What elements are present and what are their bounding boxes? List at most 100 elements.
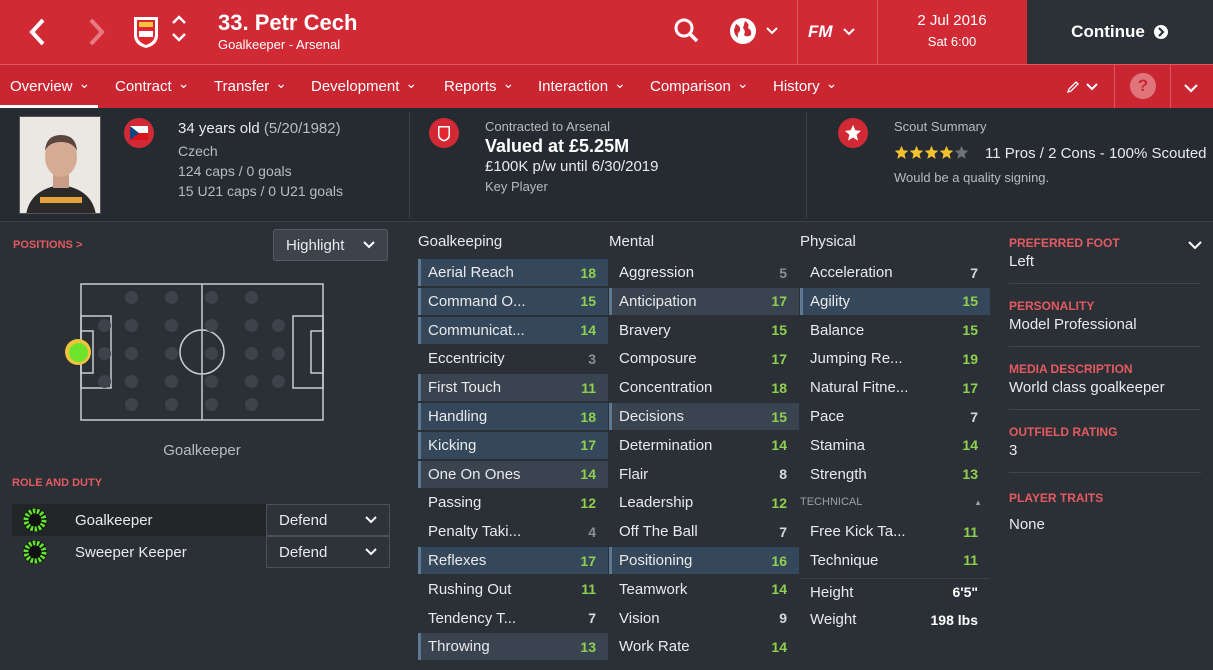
attribute-row[interactable]: Flair 8 [609, 461, 799, 488]
continue-button[interactable]: Continue [1027, 0, 1213, 64]
world-menu-button[interactable] [728, 14, 784, 48]
attribute-value: 14 [580, 466, 596, 483]
attribute-row[interactable]: Aerial Reach 18 [418, 259, 608, 286]
attribute-row[interactable]: Teamwork 14 [609, 576, 799, 603]
goalkeeper-position-marker[interactable] [65, 339, 91, 365]
position-dot[interactable] [125, 347, 138, 360]
help-button[interactable]: ? [1130, 73, 1156, 99]
forward-button[interactable] [82, 14, 112, 50]
player-subtitle[interactable]: Goalkeeper - Arsenal [218, 37, 340, 52]
chevron-down-icon: ⌄ [825, 74, 838, 91]
tab-comparison[interactable]: Comparison ⌄ [650, 64, 749, 108]
position-dot[interactable] [245, 398, 258, 411]
attribute-row[interactable]: Natural Fitne... 17 [800, 374, 990, 401]
nationality[interactable]: Czech [178, 143, 218, 159]
duty-dropdown[interactable]: Defend [266, 536, 390, 568]
attribute-row[interactable]: Acceleration 7 [800, 259, 990, 286]
attribute-row[interactable]: Composure 17 [609, 345, 799, 372]
position-dot[interactable] [125, 291, 138, 304]
position-dot[interactable] [98, 375, 111, 388]
fm-menu-button[interactable]: FM [808, 18, 864, 46]
attribute-row[interactable]: Bravery 15 [609, 317, 799, 344]
position-dot[interactable] [98, 319, 111, 332]
search-button[interactable] [672, 16, 702, 46]
tab-development[interactable]: Development ⌄ [311, 64, 417, 108]
attribute-row[interactable]: Off The Ball 7 [609, 518, 799, 545]
attribute-row[interactable]: Anticipation 17 [609, 287, 799, 315]
attribute-row[interactable]: Strength 13 [800, 461, 990, 488]
position-dot[interactable] [165, 375, 178, 388]
attribute-row[interactable]: Stamina 14 [800, 432, 990, 459]
position-dot[interactable] [245, 319, 258, 332]
duty-dropdown[interactable]: Defend [266, 504, 390, 536]
position-dot[interactable] [245, 347, 258, 360]
attribute-row[interactable]: Agility 15 [800, 287, 990, 315]
attribute-row[interactable]: Command O... 15 [418, 287, 608, 315]
position-dot[interactable] [205, 398, 218, 411]
attribute-row[interactable]: Passing 12 [418, 489, 608, 516]
position-dot[interactable] [205, 291, 218, 304]
attribute-row[interactable]: Rushing Out 11 [418, 576, 608, 603]
details-collapse-button[interactable] [1188, 237, 1204, 250]
attribute-row[interactable]: Pace 7 [800, 403, 990, 430]
attribute-row[interactable]: Reflexes 17 [418, 547, 608, 574]
scout-summary[interactable]: 11 Pros / 2 Cons - 100% Scouted [985, 145, 1207, 162]
edit-menu-button[interactable] [1066, 76, 1102, 98]
position-dot[interactable] [205, 319, 218, 332]
attribute-row[interactable]: Free Kick Ta... 11 [800, 518, 990, 545]
attribute-row[interactable]: Kicking 17 [418, 431, 608, 459]
tab-overview[interactable]: Overview ⌄ [0, 64, 99, 108]
attribute-row[interactable]: Decisions 15 [609, 403, 799, 430]
attribute-row[interactable]: Jumping Re... 19 [800, 345, 990, 372]
attribute-row[interactable]: Aggression 5 [609, 259, 799, 286]
back-button[interactable] [22, 14, 52, 50]
player-switch-arrows[interactable] [170, 14, 188, 44]
tab-history[interactable]: History ⌄ [773, 64, 837, 108]
attribute-row[interactable]: Positioning 16 [609, 547, 799, 574]
tab-contract[interactable]: Contract ⌄ [115, 64, 189, 108]
attribute-row[interactable]: Handling 18 [418, 403, 608, 430]
attribute-row[interactable]: Leadership 12 [609, 489, 799, 516]
attribute-row[interactable]: Balance 15 [800, 317, 990, 344]
attribute-row[interactable]: Throwing 13 [418, 633, 608, 661]
attribute-row[interactable]: Concentration 18 [609, 374, 799, 401]
position-dot[interactable] [205, 375, 218, 388]
position-dot[interactable] [272, 375, 285, 388]
position-dot[interactable] [272, 319, 285, 332]
more-menu-button[interactable] [1184, 80, 1200, 93]
position-dot[interactable] [165, 398, 178, 411]
position-dot[interactable] [245, 375, 258, 388]
positions-link[interactable]: POSITIONS > [13, 239, 82, 251]
position-dot[interactable] [125, 398, 138, 411]
attribute-row[interactable]: Technique 11 [800, 547, 990, 574]
role-row[interactable]: Sweeper Keeper [12, 536, 266, 568]
attribute-row[interactable]: Communicat... 14 [418, 316, 608, 344]
tab-interaction[interactable]: Interaction ⌄ [538, 64, 626, 108]
position-dot[interactable] [165, 347, 178, 360]
attribute-row[interactable]: Work Rate 14 [609, 633, 799, 660]
attribute-row[interactable]: One On Ones 14 [418, 460, 608, 488]
club-crest-icon[interactable] [132, 15, 160, 49]
position-dot[interactable] [272, 347, 285, 360]
position-dot[interactable] [245, 291, 258, 304]
highlight-dropdown[interactable]: Highlight [273, 229, 388, 261]
attribute-row[interactable]: First Touch 11 [418, 374, 608, 402]
tab-reports[interactable]: Reports ⌄ [444, 64, 514, 108]
attribute-row[interactable]: Eccentricity 3 [418, 345, 608, 372]
attribute-name: Anticipation [619, 292, 697, 310]
position-dot[interactable] [205, 347, 218, 360]
position-dot[interactable] [98, 347, 111, 360]
position-dot[interactable] [125, 375, 138, 388]
attribute-row[interactable]: Determination 14 [609, 432, 799, 459]
role-row[interactable]: Goalkeeper [12, 504, 266, 536]
tab-transfer[interactable]: Transfer ⌄ [214, 64, 287, 108]
position-dot[interactable] [165, 291, 178, 304]
position-pitch[interactable] [80, 283, 324, 421]
attribute-row[interactable]: Penalty Taki... 4 [418, 518, 608, 545]
personality: Model Professional [1009, 316, 1137, 333]
position-dot[interactable] [165, 319, 178, 332]
position-dot[interactable] [125, 319, 138, 332]
attribute-row[interactable]: Tendency T... 7 [418, 605, 608, 632]
attribute-row[interactable]: Vision 9 [609, 605, 799, 632]
technical-header[interactable]: TECHNICAL ▲ [800, 492, 990, 512]
